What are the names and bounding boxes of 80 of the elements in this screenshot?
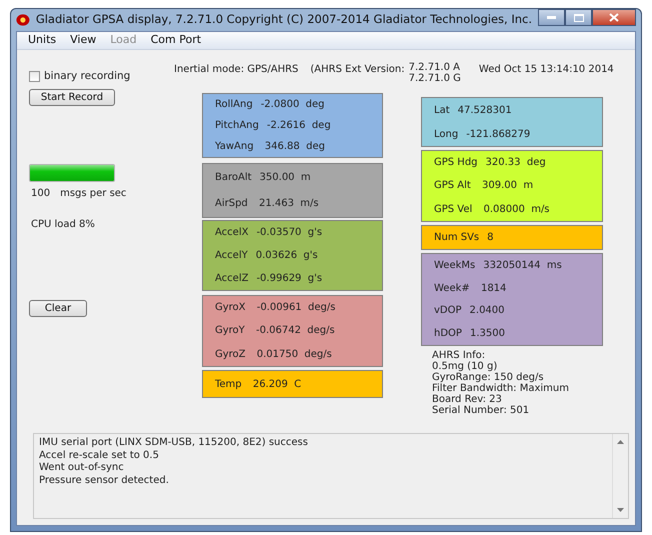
menu-item[interactable]: View [63,32,104,49]
close-button[interactable] [592,9,636,26]
menu-item[interactable]: Com Port [144,32,208,49]
readout-label: GyroZ [215,348,246,362]
log-line: Went out-of-sync [39,462,125,474]
readout-value: 1814 [480,282,506,296]
readout-label: GyroX [215,301,246,316]
readout-value: 350.00 m [260,170,311,185]
ahrs-info-line: 0.5mg (10 g) [432,361,498,372]
minimize-button[interactable] [538,9,565,26]
ahrs-info-line: Serial Number: 501 [432,405,530,416]
readout-label: Num SVs [434,231,480,245]
readout-value: 320.33 deg [486,156,546,170]
menu-item[interactable]: Units [21,32,64,49]
checkbox[interactable] [29,71,40,82]
readout-value: 0.03626 g's [256,249,318,263]
rate-count: 100 [31,186,50,201]
start-record-button[interactable]: Start Record [29,88,115,106]
minimize-icon [547,16,556,19]
readout-value: -0.06742 deg/s [254,324,335,338]
close-icon [609,13,619,22]
readout-label: Lat [434,104,450,118]
log-area[interactable]: IMU serial port (LINX SDM-USB, 115200, 8E2) success Accel re-scale set to 0.5 Went out-of-sync Pressure sensor detected. [33,433,629,519]
readout-label: Long [434,128,458,142]
readout-value: 346.88 deg [264,140,325,154]
maximize-icon [574,14,584,22]
app-logo-icon [16,13,30,27]
readout-value: -0.99629 g's [256,272,322,286]
readout-label: AccelZ [215,272,248,286]
scroll-down-icon[interactable] [617,508,624,512]
clear-button[interactable]: Clear [29,300,87,317]
readout-value: 332050144 ms [483,258,562,273]
ahrs-info-line: AHRS Info: [432,350,486,361]
rate-unit: msgs per sec [60,186,126,201]
window-title: Gladiator GPSA display, 7.2.71.0 Copyright (C) 2007-2014 Gladiator Technologies, Inc. [36,11,532,28]
readout-value: -0.00961 deg/s [256,301,336,316]
log-line: IMU serial port (LINX SDM-USB, 115200, 8E2) success [39,437,309,450]
readout-label: BaroAlt [215,170,252,185]
ahrs-info-line: Board Rev: 23 [432,394,503,405]
readout-label: hDOP [434,327,462,342]
readout-label: GPS Alt [434,179,471,194]
scroll-up-icon[interactable] [617,440,624,444]
maximize-button[interactable] [565,9,592,26]
checkbox-label[interactable]: binary recording [44,69,130,85]
readout-label: YawAng [215,140,254,154]
date-time-text: Wed Oct 15 13:14:10 2014 [478,63,614,77]
readout-value: 26.209 C [252,378,302,392]
readout-label: AccelY [215,249,248,263]
readout-value: 8 [487,231,494,245]
readout-label: RollAng [215,98,253,112]
readout-label: GyroY [215,324,245,338]
readout-label: GPS Hdg [434,156,478,170]
readout-label: WeekMs [434,258,476,273]
log-line: Accel re-scale set to 0.5 [39,450,160,462]
log-line: Pressure sensor detected. [39,474,170,487]
readout-label: AccelX [215,226,248,240]
readout-value: 47.528301 [458,104,512,118]
ahrs-info-line: GyroRange: 150 deg/s [432,372,544,383]
inertial-mode-text: Inertial mode: GPS/AHRS [174,63,298,77]
readout-value: 1.3500 [470,327,505,342]
readout-label: AirSpd [215,197,248,212]
ahrs-info-line: Filter Bandwidth: Maximum [432,383,570,394]
readout-value: -2.0800 deg [260,98,325,112]
readout-value: 2.0400 [470,304,505,318]
readout-label: GPS Vel [434,202,472,217]
version-label: (AHRS Ext Version: [310,63,405,77]
readout-value: 0.08000 m/s [482,202,550,217]
readout-label: PitchAng [215,119,259,133]
version-number: 7.2.71.0 A [408,62,461,73]
readout-value: -2.2616 deg [266,119,331,133]
readout-label: Week# [434,282,470,296]
readout-value: 0.01750 deg/s [256,348,332,362]
readout-label: Temp [215,378,242,392]
readout-value: -0.03570 g's [256,226,322,240]
readout-value: -121.868279 [466,128,530,142]
readout-label: vDOP [434,304,462,318]
readout-value: 21.463 m/s [258,197,319,212]
cpu-load-text: CPU load 8% [30,218,96,232]
readout-value: 309.00 m [481,179,534,194]
version-number: 7.2.71.0 G [408,73,461,84]
